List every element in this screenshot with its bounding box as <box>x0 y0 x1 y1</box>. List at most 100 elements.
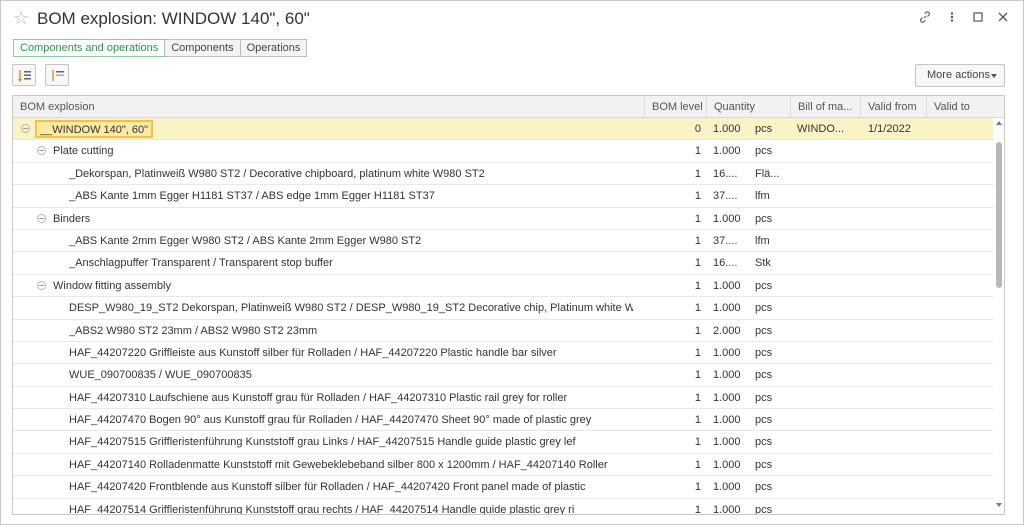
valid-to-cell[interactable] <box>934 185 992 207</box>
bill-of-materials-cell[interactable] <box>797 499 863 514</box>
table-row[interactable]: WUE_090700835 / WUE_090700835 1 1.000 pcs <box>13 364 993 387</box>
bill-of-materials-cell[interactable] <box>797 387 863 409</box>
close-icon[interactable] <box>995 10 1011 26</box>
valid-from-cell[interactable] <box>868 431 928 453</box>
unit-cell[interactable]: Stk <box>755 252 791 274</box>
maximize-icon[interactable] <box>970 10 986 26</box>
table-row[interactable]: __WINDOW 140", 60" 0 1.000 pcs WINDO... 1/1/2… <box>13 118 993 141</box>
bill-of-materials-cell[interactable] <box>797 185 863 207</box>
bom-item-cell[interactable]: HAF_44207140 Rolladenmatte Kunststoff mi… <box>13 454 641 476</box>
valid-from-cell[interactable] <box>868 252 928 274</box>
valid-to-cell[interactable] <box>934 499 992 514</box>
quantity-cell[interactable]: 1.000 <box>713 140 753 162</box>
column-header-bill-of-materials[interactable]: Bill of ma... <box>791 96 861 118</box>
valid-to-cell[interactable] <box>934 476 992 498</box>
table-row[interactable]: Binders 1 1.000 pcs <box>13 208 993 230</box>
quantity-cell[interactable]: 1.000 <box>713 387 753 409</box>
table-row[interactable]: _Dekorspan, Platinweiß W980 ST2 / Decora… <box>13 163 993 186</box>
table-row[interactable]: _ABS Kante 1mm Egger H1181 ST37 / ABS ed… <box>13 185 993 208</box>
table-row[interactable]: Plate cutting 1 1.000 pcs <box>13 140 993 163</box>
bom-item-cell[interactable]: _Dekorspan, Platinweiß W980 ST2 / Decora… <box>13 163 641 185</box>
unit-cell[interactable]: pcs <box>755 409 791 431</box>
unit-cell[interactable]: lfm <box>755 185 791 207</box>
bom-level-cell[interactable]: 1 <box>645 163 701 185</box>
table-row[interactable]: HAF_44207220 Griffleiste aus Kunstoff si… <box>13 342 993 365</box>
unit-cell[interactable]: pcs <box>755 387 791 409</box>
bom-item-cell[interactable]: HAF_44207220 Griffleiste aus Kunstoff si… <box>13 342 641 364</box>
bom-level-cell[interactable]: 1 <box>645 454 701 476</box>
valid-from-cell[interactable] <box>868 454 928 476</box>
bom-level-cell[interactable]: 1 <box>645 252 701 274</box>
bill-of-materials-cell[interactable] <box>797 275 863 297</box>
bom-item-cell[interactable]: DESP_W980_19_ST2 Dekorspan, Platinweiß W… <box>13 297 641 319</box>
table-row[interactable]: HAF_44207470 Bogen 90° aus Kunstoff grau… <box>13 409 993 432</box>
more-vertical-icon[interactable] <box>944 10 960 26</box>
unit-cell[interactable]: pcs <box>755 454 791 476</box>
bill-of-materials-cell[interactable]: WINDO... <box>797 118 863 140</box>
unit-cell[interactable]: pcs <box>755 431 791 453</box>
bom-item-cell[interactable]: HAF_44207470 Bogen 90° aus Kunstoff grau… <box>13 409 641 431</box>
bom-item-cell[interactable]: _Anschlagpuffer Transparent / Transparen… <box>13 252 641 274</box>
link-icon[interactable] <box>917 10 933 26</box>
collapse-all-button[interactable] <box>45 64 69 86</box>
valid-from-cell[interactable] <box>868 387 928 409</box>
valid-to-cell[interactable] <box>934 118 992 140</box>
collapse-icon[interactable] <box>21 124 30 133</box>
bom-level-cell[interactable]: 1 <box>645 320 701 342</box>
quantity-cell[interactable]: 1.000 <box>713 499 753 514</box>
bom-item-cell[interactable]: Window fitting assembly <box>13 275 641 297</box>
valid-to-cell[interactable] <box>934 208 992 230</box>
unit-cell[interactable]: pcs <box>755 118 791 140</box>
unit-cell[interactable]: pcs <box>755 476 791 498</box>
table-row[interactable]: Window fitting assembly 1 1.000 pcs <box>13 275 993 298</box>
expand-all-button[interactable] <box>12 64 36 86</box>
unit-cell[interactable]: pcs <box>755 208 791 230</box>
bill-of-materials-cell[interactable] <box>797 252 863 274</box>
valid-to-cell[interactable] <box>934 387 992 409</box>
bill-of-materials-cell[interactable] <box>797 476 863 498</box>
scroll-up-icon[interactable] <box>996 121 1002 125</box>
valid-to-cell[interactable] <box>934 297 992 319</box>
bill-of-materials-cell[interactable] <box>797 409 863 431</box>
quantity-cell[interactable]: 1.000 <box>713 297 753 319</box>
bom-level-cell[interactable]: 1 <box>645 140 701 162</box>
column-header-valid-from[interactable]: Valid from <box>861 96 927 118</box>
scroll-down-icon[interactable] <box>996 503 1002 507</box>
bom-item-cell[interactable]: _ABS2 W980 ST2 23mm / ABS2 W980 ST2 23mm <box>13 320 641 342</box>
bom-level-cell[interactable]: 1 <box>645 431 701 453</box>
bill-of-materials-cell[interactable] <box>797 208 863 230</box>
bom-item-cell[interactable]: HAF_44207514 Griffleristenführung Kunsts… <box>13 499 641 514</box>
bom-item-cell[interactable]: __WINDOW 140", 60" <box>13 118 641 140</box>
tab-operations[interactable]: Operations <box>240 39 308 57</box>
valid-from-cell[interactable] <box>868 409 928 431</box>
quantity-cell[interactable]: 1.000 <box>713 476 753 498</box>
valid-from-cell[interactable] <box>868 185 928 207</box>
bill-of-materials-cell[interactable] <box>797 297 863 319</box>
quantity-cell[interactable]: 1.000 <box>713 208 753 230</box>
bom-level-cell[interactable]: 1 <box>645 230 701 252</box>
bom-level-cell[interactable]: 1 <box>645 476 701 498</box>
quantity-cell[interactable]: 2.000 <box>713 320 753 342</box>
table-row[interactable]: _ABS2 W980 ST2 23mm / ABS2 W980 ST2 23mm… <box>13 320 993 342</box>
table-row[interactable]: HAF_44207420 Frontblende aus Kunstoff si… <box>13 476 993 499</box>
unit-cell[interactable]: pcs <box>755 140 791 162</box>
column-header-bom-explosion[interactable]: BOM explosion <box>13 96 645 118</box>
collapse-icon[interactable] <box>37 280 46 290</box>
valid-from-cell[interactable] <box>868 320 928 342</box>
table-row[interactable]: _ABS Kante 2mm Egger W980 ST2 / ABS Kant… <box>13 230 993 253</box>
bom-item-cell[interactable]: WUE_090700835 / WUE_090700835 <box>13 364 641 386</box>
bom-item-cell[interactable]: Binders <box>13 208 641 230</box>
bom-level-cell[interactable]: 1 <box>645 409 701 431</box>
quantity-cell[interactable]: 1.000 <box>713 431 753 453</box>
bom-level-cell[interactable]: 1 <box>645 364 701 386</box>
bom-item-cell[interactable]: Plate cutting <box>13 140 641 162</box>
valid-from-cell[interactable] <box>868 163 928 185</box>
bom-level-cell[interactable]: 1 <box>645 342 701 364</box>
unit-cell[interactable]: pcs <box>755 364 791 386</box>
bom-item-cell[interactable]: HAF_44207515 Griffleristenführung Kunsts… <box>13 431 641 453</box>
column-header-valid-to[interactable]: Valid to <box>927 96 1004 118</box>
scrollbar-thumb[interactable] <box>996 142 1002 288</box>
unit-cell[interactable]: pcs <box>755 342 791 364</box>
unit-cell[interactable]: pcs <box>755 499 791 514</box>
valid-from-cell[interactable]: 1/1/2022 <box>868 118 928 140</box>
